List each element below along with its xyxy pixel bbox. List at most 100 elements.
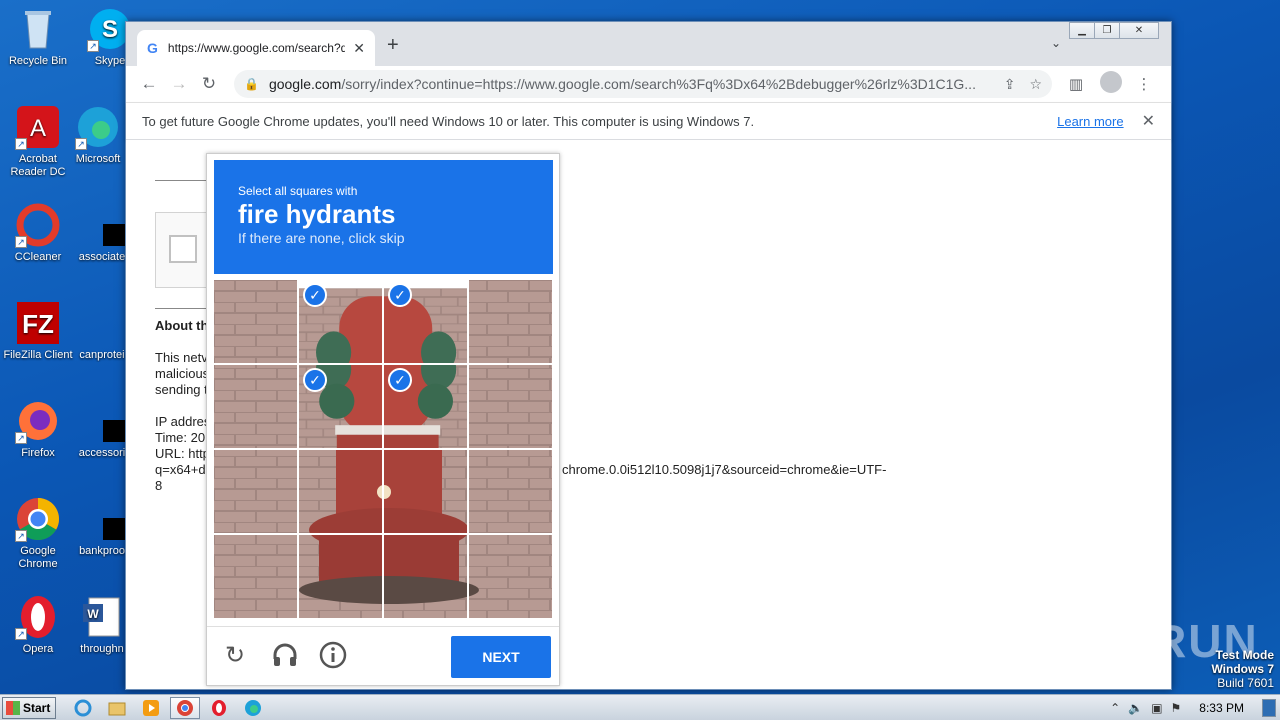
captcha-tile[interactable] <box>299 535 382 618</box>
new-tab-button[interactable]: + <box>387 34 399 57</box>
tile-image <box>214 365 297 448</box>
file-icon <box>79 300 125 346</box>
reload-challenge-icon[interactable]: ↻ <box>225 641 245 670</box>
captcha-tile[interactable] <box>214 280 297 363</box>
tab-google-search[interactable]: G https://www.google.com/search?q= ✕ <box>137 30 375 66</box>
captcha-tile[interactable]: ✓ <box>299 280 382 363</box>
volume-icon[interactable]: 🔈 <box>1128 701 1143 715</box>
captcha-tile[interactable] <box>469 280 552 363</box>
system-tray: ⌃ 🔈 ▣ ⚑ 8:33 PM <box>1110 698 1280 717</box>
action-center-flag-icon[interactable]: ⚑ <box>1171 701 1182 715</box>
share-icon[interactable]: ⇪ <box>1004 76 1016 93</box>
ip-line: IP addres <box>155 414 211 429</box>
next-button[interactable]: NEXT <box>451 636 551 678</box>
tile-image <box>469 365 552 448</box>
tile-image <box>469 280 552 363</box>
back-button[interactable]: ← <box>134 74 164 94</box>
bookmark-star-icon[interactable]: ☆ <box>1029 76 1042 93</box>
captcha-tile[interactable]: ✓ <box>384 280 467 363</box>
url-line: q=x64+d <box>155 462 206 477</box>
taskbar-chrome-icon[interactable] <box>170 696 200 719</box>
url-text: google.com/sorry/index?continue=https://… <box>268 76 976 92</box>
reload-button[interactable]: ↻ <box>194 74 224 94</box>
captcha-tile[interactable] <box>214 365 297 448</box>
menu-kebab-icon[interactable]: ⋮ <box>1134 75 1154 93</box>
desktop-icon-recycle-bin[interactable]: Recycle Bin <box>0 6 76 68</box>
minimize-button[interactable]: ▁ <box>1069 22 1095 39</box>
tile-image <box>214 450 297 533</box>
ccleaner-icon: ↗ <box>15 202 61 248</box>
taskbar-opera-icon[interactable] <box>204 697 234 719</box>
start-button[interactable]: Start <box>2 696 56 719</box>
tile-image <box>384 535 467 618</box>
windows-flag-icon <box>6 700 20 715</box>
challenge-header: Select all squares with fire hydrants If… <box>214 160 553 274</box>
network-icon[interactable]: ▣ <box>1151 701 1162 715</box>
tab-search-chevron-icon[interactable]: ⌄ <box>1051 36 1061 50</box>
file-icon <box>79 398 139 444</box>
info-line: This netv <box>155 350 208 365</box>
svg-text:FZ: FZ <box>22 309 54 339</box>
url-line: URL: http <box>155 446 210 461</box>
captcha-tile[interactable]: ✓ <box>299 365 382 448</box>
captcha-tile[interactable] <box>469 535 552 618</box>
captcha-tile[interactable] <box>384 450 467 533</box>
file-icon <box>79 496 139 542</box>
window-controls: ▁ ❐ ✕ <box>1069 22 1159 39</box>
close-tab-icon[interactable]: ✕ <box>353 40 365 57</box>
address-bar[interactable]: 🔒 google.com/sorry/index?continue=https:… <box>234 70 1052 98</box>
image-grid: ✓ ✓ ✓ ✓ <box>214 280 553 619</box>
target-object: fire hydrants <box>238 199 396 229</box>
taskbar-edge-icon[interactable] <box>238 697 268 719</box>
info-icon[interactable] <box>319 641 347 676</box>
show-desktop-button[interactable] <box>1262 698 1276 717</box>
tile-image <box>214 535 297 618</box>
taskbar-media-player-icon[interactable] <box>136 697 166 719</box>
google-favicon-icon: G <box>147 40 158 56</box>
taskbar-ie-icon[interactable] <box>68 697 98 719</box>
update-infobar: To get future Google Chrome updates, you… <box>126 102 1171 140</box>
captcha-tile[interactable] <box>384 535 467 618</box>
recaptcha-checkbox[interactable] <box>169 235 197 263</box>
url-line: chrome.0.0i512l10.5098j1j7&sourceid=chro… <box>562 462 887 477</box>
side-panel-icon[interactable]: ▥ <box>1066 75 1086 93</box>
learn-more-link[interactable]: Learn more <box>1057 114 1123 129</box>
test-mode-label: Test Mode Windows 7 Build 7601 <box>1211 648 1274 690</box>
svg-text:S: S <box>102 16 118 43</box>
taskbar: Start ⌃ 🔈 ▣ ⚑ 8:33 PM <box>0 694 1280 720</box>
restore-button[interactable]: ❐ <box>1094 22 1120 39</box>
close-infobar-icon[interactable]: ✕ <box>1142 111 1155 131</box>
close-window-button[interactable]: ✕ <box>1119 22 1159 39</box>
lock-icon: 🔒 <box>244 77 259 91</box>
infobar-message: To get future Google Chrome updates, you… <box>142 113 755 129</box>
edge-icon: ↗ <box>75 104 121 150</box>
taskbar-explorer-icon[interactable] <box>102 697 132 719</box>
tile-image <box>384 450 467 533</box>
acrobat-icon: A ↗ <box>15 104 61 150</box>
captcha-tile[interactable] <box>469 450 552 533</box>
clock[interactable]: 8:33 PM <box>1199 701 1244 715</box>
audio-challenge-icon[interactable] <box>271 641 299 676</box>
selected-check-icon: ✓ <box>303 368 327 392</box>
filezilla-icon: FZ <box>15 300 61 346</box>
captcha-tile[interactable] <box>299 450 382 533</box>
file-icon <box>79 202 139 248</box>
info-line: sending t <box>155 382 208 397</box>
profile-avatar[interactable] <box>1100 71 1122 97</box>
forward-button[interactable]: → <box>164 74 194 94</box>
captcha-tile[interactable] <box>469 365 552 448</box>
tile-image <box>299 450 382 533</box>
instruction-text: Select all squares with <box>238 184 358 198</box>
tray-expand-icon[interactable]: ⌃ <box>1110 701 1120 715</box>
captcha-tile[interactable]: ✓ <box>384 365 467 448</box>
info-line: malicious <box>155 366 210 381</box>
selected-check-icon: ✓ <box>303 283 327 307</box>
captcha-tile[interactable] <box>214 450 297 533</box>
chrome-icon: ↗ <box>15 496 61 542</box>
recycle-bin-icon <box>15 6 61 52</box>
word-document-icon: W <box>79 594 125 640</box>
recaptcha-challenge: Select all squares with fire hydrants If… <box>206 153 560 686</box>
skip-hint: If there are none, click skip <box>238 230 405 246</box>
opera-icon: ↗ <box>15 594 61 640</box>
captcha-tile[interactable] <box>214 535 297 618</box>
